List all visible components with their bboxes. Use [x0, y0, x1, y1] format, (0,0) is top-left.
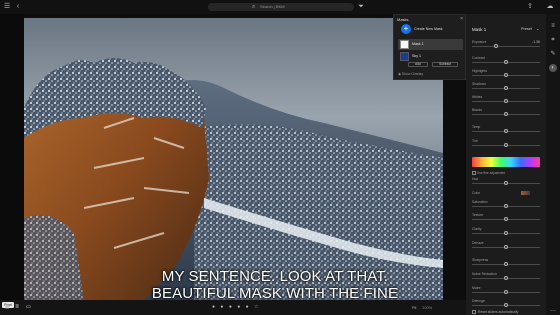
chevron-down-icon[interactable]: ⌄: [536, 26, 539, 31]
slider-knob[interactable]: [504, 129, 508, 133]
mask-item[interactable]: Sky 1: [398, 51, 463, 62]
slider-knob[interactable]: [504, 73, 508, 77]
slider-label: Clarity: [472, 227, 482, 231]
mask-item-label: Mask 1: [412, 42, 424, 46]
slider-knob[interactable]: [504, 99, 508, 103]
slider-knob[interactable]: [504, 60, 508, 64]
crop-icon[interactable]: ⌗: [549, 36, 557, 44]
mask-thumbnail: [400, 40, 409, 49]
right-toolbar: ≡ ⌗ ✎ ◐ …: [546, 14, 560, 315]
slider-label: Defringe: [472, 299, 485, 303]
slider-knob[interactable]: [504, 276, 508, 280]
slider-label: Dehaze: [472, 241, 484, 245]
slider-knob[interactable]: [504, 217, 508, 221]
hamburger-icon[interactable]: ☰: [3, 3, 11, 11]
slider-knob[interactable]: [504, 86, 508, 90]
show-overlay-label: Show Overlay: [401, 72, 424, 76]
search-icon: ⌕: [252, 4, 256, 10]
zoom-level[interactable]: 100%: [422, 304, 432, 311]
photo-canvas[interactable]: [24, 18, 443, 300]
landscape-photo: [24, 18, 443, 300]
slider-label: Exposure: [472, 40, 487, 44]
rectangle-icon[interactable]: ▭: [26, 304, 31, 311]
masking-icon[interactable]: ◐: [549, 64, 557, 72]
create-new-mask-label: Create New Mask: [414, 27, 443, 31]
show-overlay-toggle[interactable]: ◉ Show Overlay: [398, 72, 423, 76]
slider-knob[interactable]: [504, 181, 508, 185]
reset-sliders-label: Reset sliders automatically: [478, 310, 519, 314]
slider-label: Noise Reduction: [472, 272, 497, 276]
slider-label: Temp: [472, 125, 481, 129]
masks-panel: Masks × + Create New Mask Mask 1 Sky 1 A…: [393, 14, 466, 80]
slider-label: Whites: [472, 95, 483, 99]
more-icon[interactable]: …: [549, 306, 557, 314]
slider-label: Hue: [472, 177, 479, 181]
slider-knob[interactable]: [504, 245, 508, 249]
slider-knob[interactable]: [493, 44, 498, 48]
slider-label: Highlights: [472, 69, 487, 73]
subtitle-caption: MY SENTENCE. LOOK AT THAT. BEAUTIFUL MAS…: [110, 268, 440, 302]
fit-button[interactable]: Fit: [412, 304, 416, 311]
create-new-mask-button[interactable]: +: [401, 24, 411, 34]
slider-label: Saturation: [472, 200, 488, 204]
hue-gradient-bar[interactable]: [472, 157, 540, 167]
slider-label: Texture: [472, 213, 484, 217]
mask-thumbnail: [400, 52, 409, 61]
slider-knob[interactable]: [504, 112, 508, 116]
slider-label: Shadows: [472, 82, 486, 86]
grid-icon[interactable]: ▦: [5, 304, 10, 311]
panel-title: Mask 1: [472, 27, 487, 32]
use-fine-checkbox[interactable]: [472, 171, 476, 175]
slider-knob[interactable]: [504, 231, 508, 235]
add-mask-button[interactable]: Add: [408, 62, 428, 67]
search-input[interactable]: Search | BKM: [260, 3, 285, 11]
reset-checkbox[interactable]: [472, 310, 476, 314]
color-label: Color: [472, 191, 481, 195]
masks-panel-title: Masks: [397, 17, 409, 22]
slider-label: Blacks: [472, 108, 482, 112]
cloud-icon[interactable]: ☁: [546, 3, 554, 11]
slider-knob[interactable]: [504, 143, 508, 147]
slider-label: Contrast: [472, 56, 485, 60]
color-swatch[interactable]: [521, 191, 530, 195]
slider-knob[interactable]: [504, 204, 508, 208]
edit-sliders-icon[interactable]: ≡: [549, 22, 557, 30]
add-label: Add: [415, 62, 421, 66]
slider-knob[interactable]: [504, 290, 508, 294]
preset-dropdown[interactable]: Preset: [521, 27, 532, 31]
slider-knob[interactable]: [504, 303, 508, 307]
top-bar: ☰ ‹ ⌕ Search | BKM ⏷ ⇪ ☁: [0, 0, 560, 14]
mask-item-label: Sky 1: [412, 54, 421, 58]
subtract-mask-button[interactable]: Subtract: [432, 62, 458, 67]
subtract-label: Subtract: [439, 62, 451, 66]
mask-item[interactable]: Mask 1: [398, 39, 463, 50]
bottom-bar: Pixel ▦ ≣ ▭ ● ● ● ● ● ☆ Fit 100%: [0, 300, 466, 315]
filter-icon[interactable]: ⏷: [357, 3, 365, 11]
slider-knob[interactable]: [504, 262, 508, 266]
caption-line-1: MY SENTENCE. LOOK AT THAT.: [161, 268, 389, 285]
search-field[interactable]: ⌕ Search | BKM: [208, 3, 354, 11]
slider-label: Sharpness: [472, 258, 489, 262]
slider-value[interactable]: -1.36: [532, 40, 540, 44]
use-fine-label: Use fine adjustment: [477, 171, 506, 175]
back-arrow-icon[interactable]: ‹: [14, 3, 22, 11]
sort-icon[interactable]: ≣: [15, 304, 19, 311]
close-icon[interactable]: ×: [460, 16, 463, 22]
left-panel: [0, 14, 24, 300]
share-icon[interactable]: ⇪: [526, 3, 534, 11]
healing-icon[interactable]: ✎: [549, 50, 557, 58]
slider-label: Moire: [472, 286, 481, 290]
slider-label: Tint: [472, 139, 478, 143]
slider-track[interactable]: [472, 46, 540, 47]
mask-adjustments-panel: Mask 1 Preset ⌄ Use fine adjustment Colo…: [466, 14, 546, 315]
filmstrip-dots[interactable]: ● ● ● ● ● ☆: [212, 304, 261, 311]
